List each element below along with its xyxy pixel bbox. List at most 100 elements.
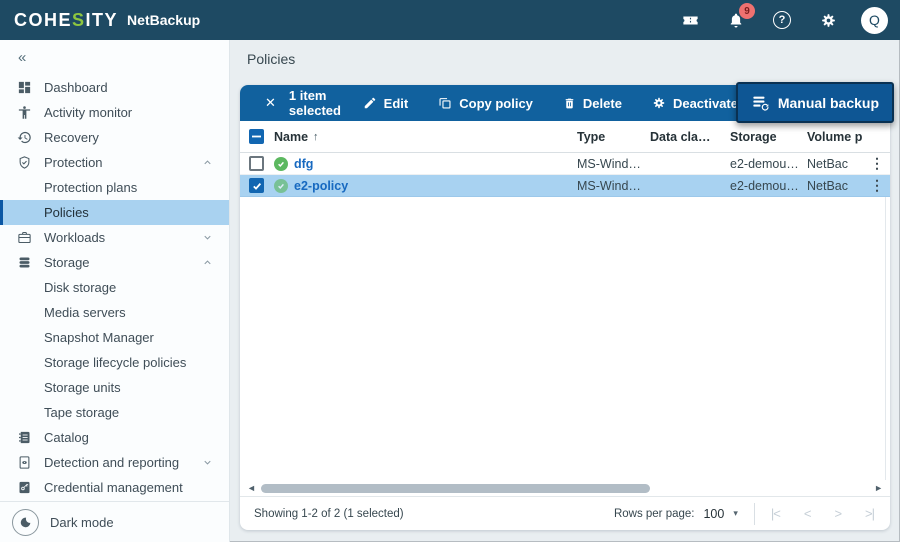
column-header-volume-pool[interactable]: Volume p [807,130,864,144]
collapse-icon: « [18,49,27,66]
chevron-up-icon [202,157,213,168]
sidebar-item-policies[interactable]: Policies [0,200,229,225]
logo-text: COHE [14,9,73,30]
sidebar-item-storage-lifecycle-policies[interactable]: Storage lifecycle policies [0,350,229,375]
policy-name-link[interactable]: e2-policy [294,179,348,193]
previous-page-icon[interactable]: < [804,506,812,521]
toolbar-actions: Edit Copy policy Delete Deactivate [363,96,738,111]
dropdown-caret-icon[interactable]: ▾ [733,508,738,519]
recovery-history-icon [16,129,33,146]
table-footer: Showing 1-2 of 2 (1 selected) Rows per p… [240,496,890,530]
delete-label: Delete [582,95,622,111]
sidebar-item-catalog[interactable]: Catalog [0,425,229,450]
rows-per-page: Rows per page: 100 ▾ [614,507,738,521]
deactivate-label: Deactivate [672,95,738,111]
sidebar-item-snapshot-manager[interactable]: Snapshot Manager [0,325,229,350]
sidebar-item-tape-storage[interactable]: Tape storage [0,400,229,425]
logo-green-letter: S [72,9,86,30]
sidebar-item-detection-and-reporting[interactable]: Detection and reporting [0,450,229,475]
product-name: NetBackup [127,12,201,28]
help-icon[interactable]: ? [771,9,793,31]
scrollbar-track[interactable] [260,483,869,493]
policy-name-link[interactable]: dfg [294,157,313,171]
rows-per-page-select[interactable]: 100 [703,507,724,521]
column-header-name[interactable]: Name ↑ [274,130,577,144]
sidebar-item-storage[interactable]: Storage [0,250,229,275]
workloads-briefcase-icon [16,229,33,246]
sidebar-item-disk-storage[interactable]: Disk storage [0,275,229,300]
table-row[interactable]: dfg MS-Wind… e2-demou… NetBac ⋮ [240,153,890,175]
copy-icon [438,96,452,110]
storage-disks-icon [16,254,33,271]
sort-ascending-icon: ↑ [313,130,319,143]
sidebar-item-media-servers[interactable]: Media servers [0,300,229,325]
cell-storage: e2-demou… [730,156,799,171]
chevron-up-icon [202,257,213,268]
edit-pencil-icon [363,96,377,110]
active-status-icon [274,156,288,171]
sidebar-item-storage-units[interactable]: Storage units [0,375,229,400]
credential-key-icon [16,479,33,496]
sidebar-item-activity-monitor[interactable]: Activity monitor [0,100,229,125]
catalog-book-icon [16,429,33,446]
cell-type: MS-Wind… [577,156,641,171]
dashboard-icon [16,79,33,96]
sidebar-item-recovery[interactable]: Recovery [0,125,229,150]
dark-mode-label: Dark mode [50,514,114,530]
manual-backup-label: Manual backup [777,94,879,111]
sidebar-item-protection-plans[interactable]: Protection plans [0,175,229,200]
notifications-bell-icon[interactable]: 9 [725,3,755,31]
horizontal-scrollbar: ◄ ► [240,480,890,496]
clear-selection-button[interactable]: ✕ [265,95,276,111]
column-header-storage[interactable]: Storage [730,130,807,144]
scroll-left-arrow-icon[interactable]: ◄ [247,483,256,493]
settings-gear-icon[interactable] [817,9,839,31]
row-menu-kebab-icon[interactable]: ⋮ [864,177,890,194]
edit-button[interactable]: Edit [363,95,409,111]
sidebar-item-protection[interactable]: Protection [0,150,229,175]
deactivate-button[interactable]: Deactivate [652,96,738,111]
cell-volume-pool: NetBac [807,156,848,171]
deactivate-gear-icon [652,96,666,110]
sidebar-nav: Dashboard Activity monitor Recovery Prot… [0,75,229,501]
column-header-data-classification[interactable]: Data cla… [650,130,730,144]
row-checkbox[interactable] [249,156,264,171]
page-title: Policies [247,51,296,67]
scroll-right-arrow-icon[interactable]: ► [874,483,883,493]
license-ticket-icon[interactable] [679,9,701,31]
selection-count-text: 1 item selected [288,88,341,118]
showing-count-text: Showing 1-2 of 2 (1 selected) [254,507,404,520]
manual-backup-button[interactable]: Manual backup [735,82,894,123]
first-page-icon[interactable]: |< [771,506,781,521]
delete-button[interactable]: Delete [563,96,622,111]
sidebar-footer: Dark mode [0,501,229,542]
user-avatar[interactable]: Q [861,6,888,34]
sidebar-item-credential-management[interactable]: Credential management [0,475,229,500]
row-menu-kebab-icon[interactable]: ⋮ [864,155,890,172]
rows-per-page-label: Rows per page: [613,507,695,520]
next-page-icon[interactable]: > [834,506,842,521]
table-row[interactable]: e2-policy MS-Wind… e2-demou… NetBac ⋮ [240,175,890,197]
logo-text-suffix: ITY [85,9,119,30]
row-checkbox-checked[interactable] [249,178,264,193]
cohesity-logo: COHESITY [14,10,118,31]
column-header-type[interactable]: Type [577,130,650,144]
scrollbar-thumb[interactable] [260,483,651,493]
active-status-icon [274,178,288,193]
moon-icon [19,516,32,529]
selection-toolbar: ✕ 1 item selected Edit Copy policy Delet… [240,82,894,123]
cell-type: MS-Wind… [577,178,641,193]
dark-mode-toggle[interactable] [12,508,39,536]
trash-icon [563,97,576,110]
sidebar-item-workloads[interactable]: Workloads [0,225,229,250]
sidebar-collapse-button[interactable]: « [0,40,229,75]
chevron-down-icon [202,232,213,243]
last-page-icon[interactable]: >| [865,506,875,521]
copy-policy-button[interactable]: Copy policy [438,96,533,111]
table-empty-space [240,197,890,480]
app-shell: « Dashboard Activity monitor Recovery Pr… [0,40,900,542]
select-all-checkbox[interactable] [249,129,264,144]
main-content: Policies ✕ 1 item selected Edit Copy pol… [230,40,900,542]
sidebar-item-dashboard[interactable]: Dashboard [0,75,229,100]
edit-label: Edit [383,95,409,111]
